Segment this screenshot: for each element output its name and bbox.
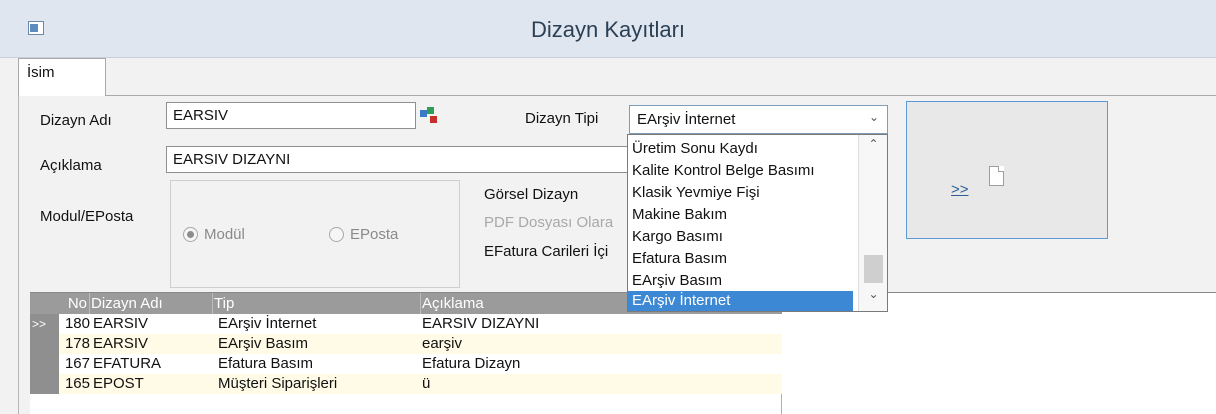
radio-modul-label: Modül [204,226,245,243]
pdf-dosyasi-label[interactable]: PDF Dosyası Olara [484,214,627,231]
radio-eposta[interactable]: EPosta [329,226,398,243]
cell-aciklama: earşiv [422,335,463,352]
dropdown-scrollbar[interactable]: ⌃ ⌄ [858,135,887,311]
row-indicator: >> [30,314,59,334]
radio-eposta-circle[interactable] [329,227,344,242]
cell-no: 180 [64,315,90,332]
row-indicator [30,334,59,354]
apply-design-button-label: >> [951,181,969,198]
dizayn-tipi-select[interactable]: EArşiv İnternet ⌄ [629,105,888,134]
dropdown-option[interactable]: Kalite Kontrol Belge Basımı [628,161,853,181]
dizayn-tipi-dropdown-list[interactable]: Üretim Sonu Kaydı Kalite Kontrol Belge B… [627,134,888,312]
column-header-dizayn-adi[interactable]: Dizayn Adı [90,293,213,314]
table-row[interactable]: 165 EPOST Müşteri Siparişleri ü [30,374,782,394]
cell-no: 165 [64,375,90,392]
table-row[interactable]: >> 180 EARSIV EArşiv İnternet EARSIV DIZ… [30,314,782,334]
cell-tip: EArşiv Basım [218,335,309,352]
scrollbar-thumb[interactable] [864,255,883,283]
dropdown-option[interactable]: Üretim Sonu Kaydı [628,139,853,159]
cell-tip: Müşteri Siparişleri [218,375,338,392]
cell-tip: EArşiv İnternet [218,315,317,332]
row-indicator [30,354,59,374]
efatura-carileri-label[interactable]: EFatura Carileri İçi [484,243,627,260]
dizayn-adi-input[interactable]: EARSIV [166,102,416,129]
apply-design-button[interactable]: >> [906,101,1108,239]
dizayn-tipi-value: EArşiv İnternet [637,111,736,128]
dizayn-adi-label: Dizayn Adı [40,112,112,129]
document-icon [989,166,1004,186]
dropdown-option[interactable]: EArşiv Basım [628,271,853,291]
dizayn-tipi-label: Dizayn Tipi [525,110,599,127]
radio-eposta-label: EPosta [350,226,399,243]
dropdown-option[interactable]: Kargo Basımı [628,227,853,247]
cell-dizayn-adi: EFATURA [93,355,162,372]
dropdown-option[interactable]: Efatura Basım [628,249,853,269]
design-grid-area: No Dizayn Adı Tip Açıklama >> 180 EARSIV… [30,292,1216,414]
modul-eposta-group: Modül EPosta [170,180,460,288]
chevron-down-icon[interactable]: ⌄ [859,287,888,309]
modul-eposta-label: Modul/EPosta [40,208,134,225]
title-bar: Dizayn Kayıtları [0,0,1216,58]
aciklama-input[interactable]: EARSIV DIZAYNI [166,146,628,173]
cell-tip: Efatura Basım [218,355,314,372]
dropdown-option[interactable]: Klasik Yevmiye Fişi [628,183,853,203]
cell-dizayn-adi: EPOST [93,375,144,392]
radio-modul-circle[interactable] [183,227,198,242]
table-row[interactable]: 167 EFATURA Efatura Basım Efatura Dizayn [30,354,782,374]
cell-aciklama: Efatura Dizayn [422,355,521,372]
chevron-down-icon[interactable]: ⌄ [866,110,882,128]
cell-no: 167 [64,355,90,372]
dropdown-option[interactable]: Makine Bakım [628,205,853,225]
column-header-no[interactable]: No [60,293,90,314]
radio-modul[interactable]: Modül [183,226,245,243]
row-indicator [30,374,59,394]
tab-isim[interactable]: İsim [18,58,106,97]
cell-aciklama: ü [422,375,431,392]
dropdown-option-selected[interactable]: EArşiv İnternet [628,291,853,311]
tab-strip: İsim [18,58,1216,97]
grid-header-indicator [30,293,60,314]
cell-no: 178 [64,335,90,352]
cell-aciklama: EARSIV DIZAYNI [422,315,540,332]
cell-dizayn-adi: EARSIV [93,315,149,332]
cell-dizayn-adi: EARSIV [93,335,149,352]
gorsel-dizayn-label[interactable]: Görsel Dizayn [484,186,627,203]
chevron-up-icon[interactable]: ⌃ [859,137,888,159]
aciklama-label: Açıklama [40,157,102,174]
table-row[interactable]: 178 EARSIV EArşiv Basım earşiv [30,334,782,354]
window-title: Dizayn Kayıtları [530,17,686,42]
column-header-tip[interactable]: Tip [213,293,421,314]
design-picker-icon[interactable] [418,106,438,124]
